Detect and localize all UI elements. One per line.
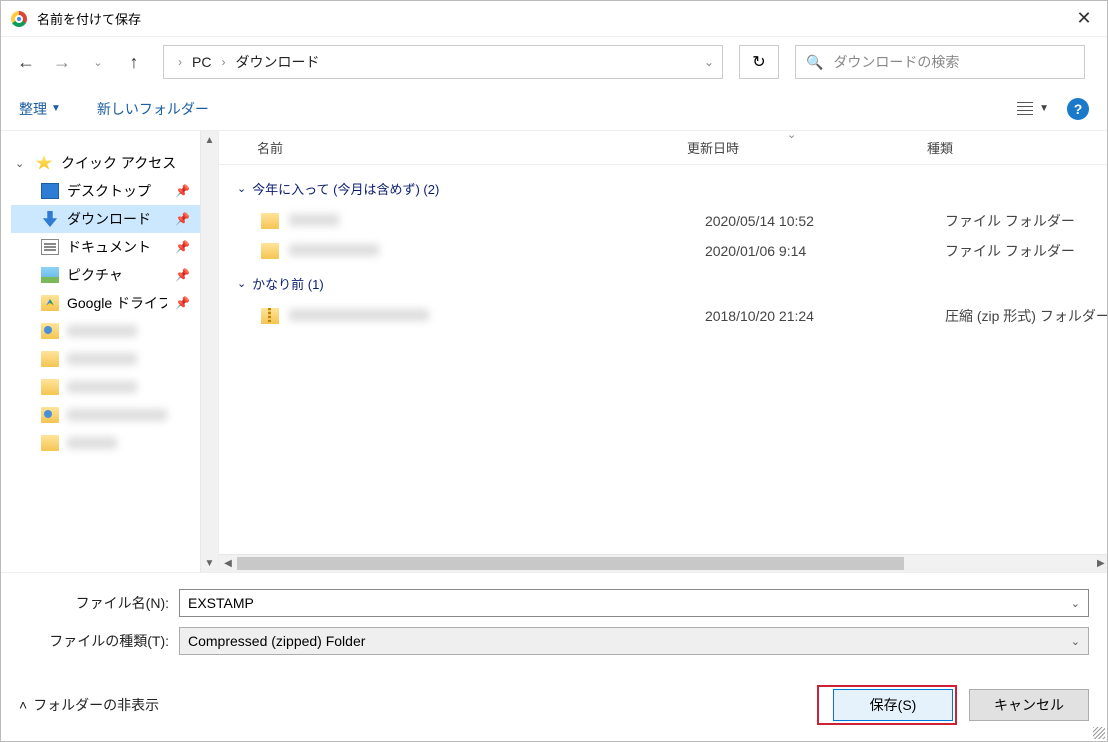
filename-label: ファイル名(N): xyxy=(19,593,179,613)
sidebar-item-folder[interactable] xyxy=(11,317,200,345)
filetype-select[interactable]: Compressed (zipped) Folder ⌄ xyxy=(179,627,1089,655)
dialog-body: ⌄ クイック アクセス デスクトップ 📌 ダウンロード 📌 ドキュメント xyxy=(1,131,1107,572)
sidebar-item-folder[interactable] xyxy=(11,429,200,457)
horizontal-scrollbar[interactable]: ◀ ▶ xyxy=(219,554,1107,572)
chevron-down-icon: ⌄ xyxy=(237,182,246,195)
file-row[interactable]: 2020/01/06 9:14 ファイル フォルダー xyxy=(219,236,1107,266)
folder-icon xyxy=(41,323,59,339)
sidebar: ⌄ クイック アクセス デスクトップ 📌 ダウンロード 📌 ドキュメント xyxy=(1,131,218,572)
column-type[interactable]: 種類 xyxy=(927,138,1107,157)
sidebar-quick-access[interactable]: ⌄ クイック アクセス xyxy=(11,149,200,177)
resize-grip[interactable] xyxy=(1093,727,1105,739)
pin-icon: 📌 xyxy=(175,184,190,198)
breadcrumb-downloads[interactable]: ダウンロード xyxy=(231,52,323,72)
view-options-button[interactable]: ▼ xyxy=(1017,102,1049,116)
file-row[interactable]: 2020/05/14 10:52 ファイル フォルダー xyxy=(219,206,1107,236)
cancel-button[interactable]: キャンセル xyxy=(969,689,1089,721)
sidebar-item-folder[interactable] xyxy=(11,401,200,429)
pin-icon: 📌 xyxy=(175,212,190,226)
folder-icon xyxy=(41,351,59,367)
scroll-up-icon[interactable]: ▲ xyxy=(201,131,218,149)
pin-icon: 📌 xyxy=(175,240,190,254)
sidebar-item-desktop[interactable]: デスクトップ 📌 xyxy=(11,177,200,205)
up-button[interactable]: ↑ xyxy=(121,49,147,75)
folder-icon xyxy=(261,243,279,259)
chrome-icon xyxy=(11,11,27,27)
file-group-header[interactable]: ⌄ かなり前 (1) xyxy=(219,266,1107,301)
sidebar-item-folder[interactable] xyxy=(11,345,200,373)
document-icon xyxy=(41,239,59,255)
google-drive-icon xyxy=(41,295,59,311)
column-name[interactable]: 名前 xyxy=(257,138,687,157)
column-headers: 名前 ⌄ 更新日時 種類 xyxy=(219,131,1107,165)
chevron-down-icon[interactable]: ⌄ xyxy=(704,55,714,69)
hide-folders-button[interactable]: ˄ フォルダーの非表示 xyxy=(19,695,159,715)
scroll-down-icon[interactable]: ▼ xyxy=(201,554,218,572)
nav-bar: ← → ⌄ ↑ › PC › ダウンロード ⌄ ↻ 🔍 ダウンロードの検索 xyxy=(1,37,1107,87)
address-bar[interactable]: › PC › ダウンロード ⌄ xyxy=(163,45,723,79)
recent-locations-button[interactable]: ⌄ xyxy=(85,49,111,75)
desktop-icon xyxy=(41,183,59,199)
sidebar-scrollbar[interactable]: ▲ ▼ xyxy=(200,131,218,572)
chevron-up-icon: ˄ xyxy=(19,697,27,713)
pin-icon: 📌 xyxy=(175,296,190,310)
downloads-icon xyxy=(41,211,59,227)
filename-form: ファイル名(N): EXSTAMP ⌄ ファイルの種類(T): Compress… xyxy=(1,572,1107,673)
sidebar-item-downloads[interactable]: ダウンロード 📌 xyxy=(11,205,200,233)
chevron-right-icon: › xyxy=(221,55,225,69)
details-view-icon xyxy=(1017,102,1033,116)
back-button[interactable]: ← xyxy=(13,49,39,75)
chevron-down-icon[interactable]: ⌄ xyxy=(1071,597,1080,610)
pin-icon: 📌 xyxy=(175,268,190,282)
folder-icon xyxy=(41,379,59,395)
column-date[interactable]: ⌄ 更新日時 xyxy=(687,138,927,157)
search-placeholder: ダウンロードの検索 xyxy=(833,52,959,72)
scrollbar-thumb[interactable] xyxy=(237,557,904,570)
titlebar: 名前を付けて保存 ✕ xyxy=(1,1,1107,37)
folder-icon xyxy=(41,407,59,423)
sidebar-item-pictures[interactable]: ピクチャ 📌 xyxy=(11,261,200,289)
pictures-icon xyxy=(41,267,59,283)
close-button[interactable]: ✕ xyxy=(1061,1,1107,37)
scroll-right-icon[interactable]: ▶ xyxy=(1092,558,1107,569)
new-folder-button[interactable]: 新しいフォルダー xyxy=(97,99,209,119)
chevron-right-icon: › xyxy=(178,55,182,69)
forward-button[interactable]: → xyxy=(49,49,75,75)
toolbar: 整理▼ 新しいフォルダー ▼ ? xyxy=(1,87,1107,131)
scroll-left-icon[interactable]: ◀ xyxy=(219,558,237,569)
search-icon: 🔍 xyxy=(806,54,823,71)
sidebar-item-documents[interactable]: ドキュメント 📌 xyxy=(11,233,200,261)
folder-icon xyxy=(261,213,279,229)
file-list: ⌄ 今年に入って (今月は含めず) (2) 2020/05/14 10:52 フ… xyxy=(219,165,1107,554)
chevron-down-icon[interactable]: ⌄ xyxy=(1071,635,1080,648)
dialog-footer: ˄ フォルダーの非表示 保存(S) キャンセル xyxy=(1,673,1107,741)
filename-input[interactable]: EXSTAMP ⌄ xyxy=(179,589,1089,617)
filetype-label: ファイルの種類(T): xyxy=(19,631,179,651)
breadcrumb-pc[interactable]: PC xyxy=(188,54,215,70)
nav-tree: ⌄ クイック アクセス デスクトップ 📌 ダウンロード 📌 ドキュメント xyxy=(1,131,200,572)
search-input[interactable]: 🔍 ダウンロードの検索 xyxy=(795,45,1085,79)
file-row[interactable]: 2018/10/20 21:24 圧縮 (zip 形式) フォルダー xyxy=(219,301,1107,331)
window-title: 名前を付けて保存 xyxy=(37,9,1061,28)
save-button-highlight: 保存(S) xyxy=(817,685,957,725)
file-list-panel: 名前 ⌄ 更新日時 種類 ⌄ 今年に入って (今月は含めず) (2) 2020/… xyxy=(218,131,1107,572)
sidebar-item-folder[interactable] xyxy=(11,373,200,401)
save-dialog: 名前を付けて保存 ✕ ← → ⌄ ↑ › PC › ダウンロード ⌄ ↻ 🔍 ダ… xyxy=(0,0,1108,742)
folder-icon xyxy=(41,435,59,451)
file-group-header[interactable]: ⌄ 今年に入って (今月は含めず) (2) xyxy=(219,171,1107,206)
refresh-button[interactable]: ↻ xyxy=(739,45,779,79)
organize-button[interactable]: 整理▼ xyxy=(19,99,61,119)
star-icon xyxy=(35,155,53,171)
chevron-down-icon: ⌄ xyxy=(237,277,246,290)
sidebar-item-google-drive[interactable]: Google ドライブ 📌 xyxy=(11,289,200,317)
help-button[interactable]: ? xyxy=(1067,98,1089,120)
sort-desc-icon: ⌄ xyxy=(787,131,796,141)
chevron-down-icon: ⌄ xyxy=(15,157,27,170)
save-button[interactable]: 保存(S) xyxy=(833,689,953,721)
zip-icon xyxy=(261,308,279,324)
